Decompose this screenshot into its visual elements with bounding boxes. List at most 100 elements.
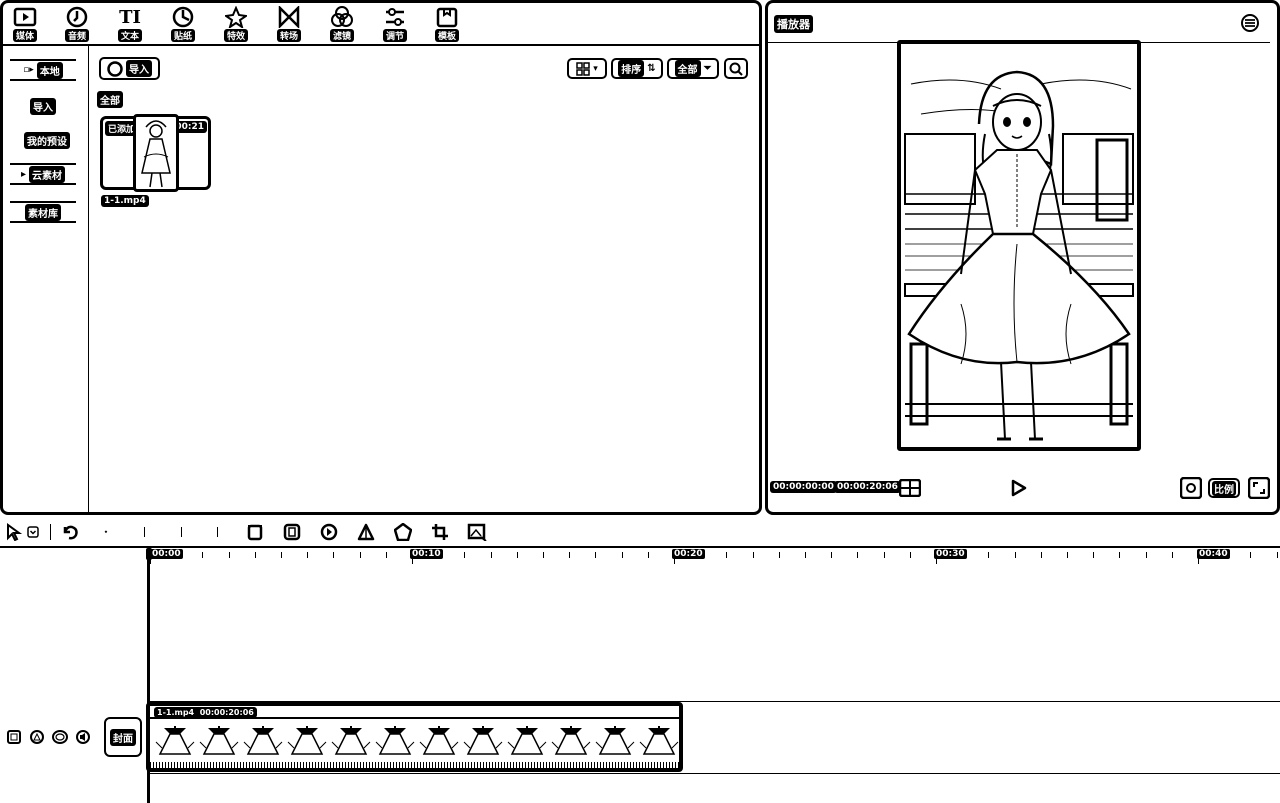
menu-icon [1241, 14, 1259, 32]
timeline-video-clip[interactable]: 1-1.mp4 00:00:20:06 [146, 702, 683, 772]
filter-all-button[interactable]: 全部 ⏷ [667, 58, 719, 79]
freeze-frame-button[interactable] [282, 522, 302, 542]
select-tool-button[interactable] [4, 522, 24, 542]
rotate-button[interactable] [393, 522, 413, 542]
play-icon [1011, 479, 1027, 497]
grid-icon [899, 479, 921, 497]
track-hide-button[interactable] [29, 729, 45, 745]
sidebar-item-local[interactable]: ▫▸ 本地 [10, 59, 76, 81]
ruler-tick [202, 552, 204, 558]
ruler-tick [831, 552, 833, 558]
import-button[interactable]: 导入 [99, 57, 160, 80]
tool-sticker[interactable]: 贴纸 [163, 6, 203, 42]
clip-frame-thumbnail [550, 724, 592, 758]
transition-icon [278, 6, 300, 28]
ratio-button[interactable]: 比例 [1208, 478, 1240, 498]
search-icon [729, 62, 743, 76]
clip-frame-thumbnail [330, 724, 372, 758]
crop-button[interactable] [430, 522, 450, 542]
tool-template[interactable]: 模板 [427, 6, 467, 42]
toolbar-separator [217, 527, 218, 537]
ruler-tick [1145, 552, 1147, 558]
media-clip-card[interactable]: 已添加 00:21 [100, 114, 211, 192]
ruler-tick [307, 552, 309, 558]
tool-label: 特效 [223, 29, 248, 42]
select-mode-dropdown[interactable] [26, 522, 40, 542]
ruler-tick [1276, 552, 1278, 558]
ruler-tick [778, 552, 780, 558]
cover-button[interactable]: 封面 [104, 717, 142, 757]
tool-effects[interactable]: 特效 [216, 6, 256, 42]
tool-adjust[interactable]: 调节 [375, 6, 415, 42]
redo-icon: ⬩ [104, 527, 108, 536]
ruler-tick [752, 552, 754, 558]
tool-label: 滤镜 [329, 29, 354, 42]
toolbar-separator [50, 524, 51, 540]
clip-frame-thumbnail [198, 724, 240, 758]
track-lock-button[interactable] [6, 729, 22, 745]
clip-frame-thumbnail [506, 724, 548, 758]
chevron-down-icon: ▾ [593, 63, 598, 74]
fullscreen-icon [1248, 477, 1270, 499]
ruler-tick [1093, 552, 1095, 558]
toolbar-separator [144, 527, 145, 537]
tool-transition[interactable]: 转场 [269, 6, 309, 42]
sidebar-item-import[interactable]: 导入 [10, 95, 76, 117]
total-time: 00:00:20:06 [834, 481, 901, 493]
audio-waveform [150, 762, 679, 768]
sidebar-item-cloud-assets[interactable]: ▸ 云素材 [10, 163, 76, 185]
tool-filter[interactable]: 滤镜 [322, 6, 362, 42]
speaker-icon [76, 730, 90, 744]
grid-view-icon [576, 61, 590, 76]
tool-audio[interactable]: 音频 [57, 6, 97, 42]
sidebar-item-my-presets[interactable]: 我的预设 [14, 129, 80, 151]
zoom-fit-button[interactable] [1180, 477, 1202, 499]
view-mode-button[interactable]: ▾ [567, 58, 607, 79]
video-preview[interactable] [897, 40, 1141, 451]
tool-label: 转场 [276, 29, 301, 42]
ruler-tick [988, 552, 990, 558]
chevron-down-icon [27, 526, 39, 538]
clip-frames [150, 720, 679, 762]
track-mute-button[interactable] [74, 729, 92, 745]
redo-button[interactable]: ⬩ [96, 522, 116, 542]
add-circle-icon [107, 60, 123, 77]
player-menu-button[interactable] [1240, 13, 1260, 33]
tree-caret-icon: ▫▸ [23, 65, 34, 75]
fullscreen-button[interactable] [1248, 477, 1270, 499]
tool-text[interactable]: TI 文本 [110, 6, 150, 42]
track-eye-button[interactable] [51, 729, 69, 745]
ruler-label: 00:30 [934, 549, 967, 559]
search-button[interactable] [724, 58, 748, 79]
tool-media[interactable]: 媒体 [5, 6, 45, 42]
ruler-tick [569, 552, 571, 558]
sidebar-item-label: 云素材 [29, 165, 66, 183]
clip-frame-thumbnail [242, 724, 284, 758]
sort-button[interactable]: 排序 ⇅ [611, 58, 663, 79]
filter-icon [331, 6, 353, 27]
clip-label: 1-1.mp4 00:00:20:06 [154, 707, 257, 718]
play-button[interactable] [1008, 478, 1028, 498]
rotate-icon [394, 523, 412, 541]
clip-frame-thumbnail [418, 724, 460, 758]
image-adjust-button[interactable] [467, 522, 487, 542]
undo-button[interactable] [60, 522, 80, 542]
import-label: 导入 [126, 60, 152, 77]
audio-icon [66, 6, 88, 28]
timeline-ruler[interactable] [0, 548, 1280, 568]
delete-button[interactable] [245, 522, 265, 542]
freeze-icon [283, 523, 301, 541]
reverse-button[interactable] [319, 522, 339, 542]
ruler-tick [805, 552, 806, 558]
undo-icon [63, 525, 78, 540]
ruler-tick [1171, 552, 1173, 558]
track-divider [150, 773, 1280, 774]
ratio-label: 比例 [1212, 480, 1236, 496]
mirror-button[interactable] [356, 522, 376, 542]
reverse-icon [320, 523, 338, 541]
clip-frame-thumbnail [594, 724, 636, 758]
sidebar-item-library[interactable]: 素材库 [10, 201, 76, 223]
clip-filename: 1-1.mp4 [101, 195, 149, 207]
ruler-tick [621, 552, 623, 558]
grid-toggle-button[interactable] [898, 478, 922, 498]
